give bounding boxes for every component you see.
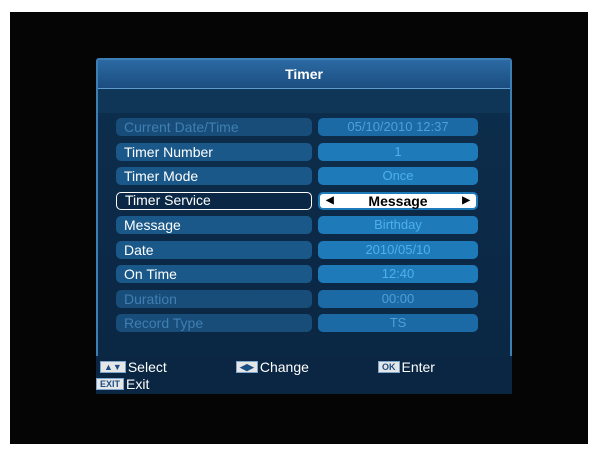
help-select-label: Select (127, 359, 167, 375)
row-timer-mode[interactable]: Timer Mode Once (98, 164, 510, 189)
row-current-date-time: Current Date/Time 05/10/2010 12:37 (98, 115, 510, 140)
record-type-value: TS (318, 314, 478, 332)
row-message[interactable]: Message Birthday (98, 213, 510, 238)
on-time-label: On Time (116, 265, 312, 283)
row-record-type: Record Type TS (98, 311, 510, 336)
current-date-time-value: 05/10/2010 12:37 (318, 118, 478, 136)
exit-key-icon: EXIT (96, 378, 125, 390)
on-time-value[interactable]: 12:40 (318, 265, 478, 283)
tv-screen: Timer Current Date/Time 05/10/2010 12:37… (10, 12, 588, 444)
timer-mode-label: Timer Mode (116, 167, 312, 185)
row-date[interactable]: Date 2010/05/10 (98, 238, 510, 263)
settings-list: Current Date/Time 05/10/2010 12:37 Timer… (98, 115, 510, 336)
left-right-key-icon: ◀▶ (236, 361, 258, 373)
help-enter: OK Enter (378, 359, 435, 375)
help-enter-label: Enter (401, 359, 435, 375)
left-arrow-icon[interactable]: ◀ (326, 194, 334, 208)
ok-key-icon: OK (378, 361, 400, 373)
date-value[interactable]: 2010/05/10 (318, 240, 478, 259)
duration-label: Duration (116, 289, 312, 308)
row-on-time[interactable]: On Time 12:40 (98, 262, 510, 287)
timer-dialog: Timer Current Date/Time 05/10/2010 12:37… (96, 58, 512, 394)
timer-service-label: Timer Service (116, 191, 312, 210)
dialog-title: Timer (98, 60, 510, 89)
duration-value: 00:00 (318, 289, 478, 308)
message-label: Message (116, 216, 312, 234)
record-type-label: Record Type (116, 314, 312, 332)
timer-service-value: Message (368, 192, 428, 209)
help-change-label: Change (259, 359, 309, 375)
help-select: ▲▼ Select (100, 359, 167, 375)
up-down-key-icon: ▲▼ (100, 361, 126, 373)
date-label: Date (116, 240, 312, 259)
timer-mode-value[interactable]: Once (318, 167, 478, 185)
right-arrow-icon[interactable]: ▶ (462, 194, 470, 208)
row-timer-number[interactable]: Timer Number 1 (98, 140, 510, 165)
help-bar: ▲▼ Select ◀▶ Change OK Enter EXIT Exit (96, 356, 512, 394)
row-duration: Duration 00:00 (98, 287, 510, 312)
help-change: ◀▶ Change (236, 359, 309, 375)
dialog-subheader (98, 89, 510, 113)
row-timer-service[interactable]: Timer Service ◀ Message ▶ (98, 189, 510, 214)
help-exit: EXIT Exit (96, 376, 149, 392)
current-date-time-label: Current Date/Time (116, 118, 312, 136)
timer-number-label: Timer Number (116, 142, 312, 161)
help-exit-label: Exit (126, 376, 150, 392)
timer-service-selector[interactable]: ◀ Message ▶ (318, 191, 478, 210)
message-value[interactable]: Birthday (318, 216, 478, 234)
timer-number-value[interactable]: 1 (318, 142, 478, 161)
